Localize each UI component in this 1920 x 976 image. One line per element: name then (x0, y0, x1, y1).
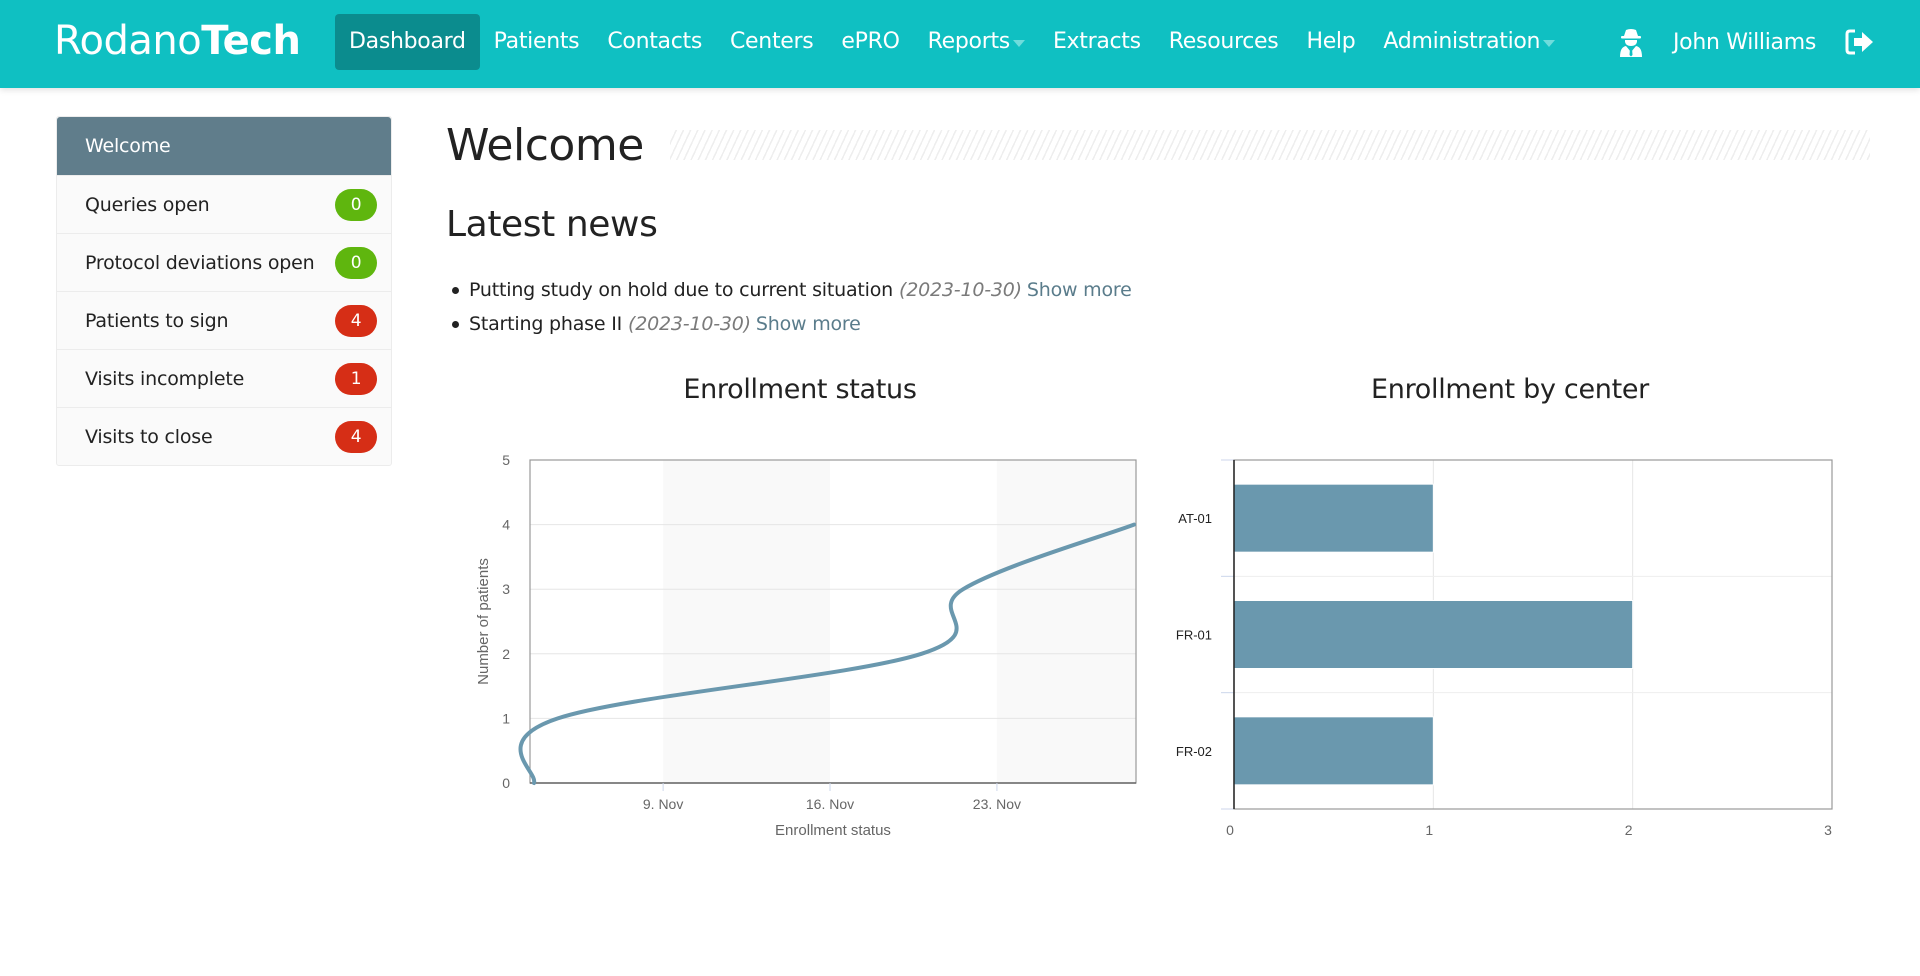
user-name[interactable]: John Williams (1673, 30, 1816, 55)
nav-help[interactable]: Help (1292, 14, 1369, 70)
nav-epro[interactable]: ePRO (827, 14, 913, 70)
sidebar-item-label: Visits to close (85, 425, 213, 448)
enrollment-status-chart: 0 1 2 3 4 5 9. Nov 16. Nov 23. Nov Enrollment sta… (475, 452, 1137, 839)
sidebar-item-protocol-deviations-open[interactable]: Protocol deviations open 0 (57, 233, 391, 291)
x-tick-label: 23. Nov (973, 796, 1021, 812)
nav-label: Contacts (607, 29, 702, 54)
news-text: Putting study on hold due to current sit… (469, 279, 894, 301)
nav-administration[interactable]: Administration (1369, 14, 1569, 70)
nav-reports[interactable]: Reports (914, 14, 1039, 70)
nav-dashboard[interactable]: Dashboard (335, 14, 480, 70)
count-badge: 4 (335, 304, 377, 337)
y-tick-label: 2 (502, 646, 510, 662)
category-label: FR-02 (1176, 744, 1212, 759)
main-content: Welcome Latest news Putting study on hol… (446, 110, 1870, 341)
news-text: Starting phase II (469, 313, 623, 335)
bar-at-01 (1233, 483, 1434, 553)
title-decoration (669, 130, 1870, 160)
show-more-link[interactable]: Show more (756, 307, 861, 341)
nav-centers[interactable]: Centers (716, 14, 827, 70)
brand-logo-light: Rodano (54, 18, 202, 64)
enrollment-by-center-title: Enrollment by center (1371, 374, 1649, 405)
main-nav: Dashboard Patients Contacts Centers ePRO Repo… (335, 14, 1569, 70)
nav-label: Dashboard (349, 29, 466, 54)
x-tick-label: 0 (1226, 822, 1234, 838)
x-tick-label: 9. Nov (643, 796, 683, 812)
sidebar-item-label: Queries open (85, 193, 210, 216)
sidebar: Welcome Queries open 0 Protocol deviations … (56, 116, 392, 466)
sidebar-item-welcome[interactable]: Welcome (57, 117, 391, 175)
x-tick-label: 16. Nov (806, 796, 854, 812)
sidebar-item-visits-to-close[interactable]: Visits to close 4 (57, 407, 391, 465)
nav-patients[interactable]: Patients (480, 14, 594, 70)
news-item: Putting study on hold due to current sit… (452, 273, 1870, 307)
user-secret-icon[interactable] (1617, 27, 1645, 57)
count-badge: 0 (335, 246, 377, 279)
plot-band (996, 460, 1136, 783)
nav-extracts[interactable]: Extracts (1039, 14, 1155, 70)
bar-fr-02 (1233, 716, 1434, 786)
y-tick-label: 1 (502, 710, 510, 726)
caret-down-icon (1543, 39, 1556, 47)
bullet-icon (452, 286, 459, 294)
nav-contacts[interactable]: Contacts (593, 14, 716, 70)
news-date: (2023-10-30) (628, 313, 751, 335)
y-tick-label: 5 (502, 452, 510, 468)
plot-band (663, 460, 831, 783)
bar-fr-01 (1233, 600, 1634, 669)
sidebar-item-label: Welcome (85, 135, 171, 157)
caret-down-icon (1012, 39, 1025, 47)
count-badge: 4 (335, 420, 377, 453)
news-list: Putting study on hold due to current sit… (446, 273, 1870, 341)
y-tick-label: 4 (502, 517, 510, 533)
nav-label: Centers (730, 29, 814, 54)
x-tick-label: 2 (1625, 822, 1633, 838)
y-axis-label: Number of patients (475, 558, 492, 685)
category-label: AT-01 (1178, 511, 1212, 526)
page-title: Welcome (446, 119, 644, 171)
y-tick-label: 3 (502, 581, 510, 597)
nav-label: Help (1306, 29, 1356, 54)
sign-out-icon[interactable] (1844, 28, 1876, 56)
sidebar-item-queries-open[interactable]: Queries open 0 (57, 175, 391, 233)
title-row: Welcome (446, 110, 1870, 180)
news-item: Starting phase II (2023-10-30) Show more (452, 307, 1870, 341)
sidebar-item-label: Protocol deviations open (85, 251, 315, 274)
x-axis-label: Enrollment status (775, 822, 891, 839)
nav-resources[interactable]: Resources (1155, 14, 1293, 70)
x-tick-label: 3 (1824, 822, 1832, 838)
count-badge: 0 (335, 188, 377, 221)
latest-news-title: Latest news (446, 204, 658, 245)
show-more-link[interactable]: Show more (1027, 273, 1132, 307)
user-area: John Williams (1617, 14, 1920, 70)
news-date: (2023-10-30) (899, 279, 1022, 301)
top-navbar: RodanoTech Dashboard Patients Contacts Cent… (0, 0, 1920, 88)
nav-label: Extracts (1052, 29, 1141, 54)
nav-label: Reports (927, 29, 1011, 54)
sidebar-item-label: Visits incomplete (85, 367, 245, 390)
brand-logo-bold: Tech (201, 18, 301, 64)
x-tick-label: 1 (1425, 822, 1433, 838)
bullet-icon (452, 320, 459, 328)
y-tick-label: 0 (502, 775, 510, 791)
brand-logo[interactable]: RodanoTech (54, 18, 301, 64)
nav-label: Patients (493, 29, 580, 54)
enrollment-status-title: Enrollment status (683, 374, 917, 405)
nav-label: Administration (1383, 29, 1541, 54)
count-badge: 1 (335, 362, 377, 395)
sidebar-item-visits-incomplete[interactable]: Visits incomplete 1 (57, 349, 391, 407)
enrollment-by-center-chart: 0 1 2 3 AT-01 FR-01 FR-02 (1176, 459, 1833, 838)
sidebar-item-label: Patients to sign (85, 309, 229, 332)
sidebar-item-patients-to-sign[interactable]: Patients to sign 4 (57, 291, 391, 349)
nav-label: Resources (1168, 29, 1279, 54)
category-label: FR-01 (1176, 628, 1212, 643)
nav-label: ePRO (841, 29, 900, 54)
